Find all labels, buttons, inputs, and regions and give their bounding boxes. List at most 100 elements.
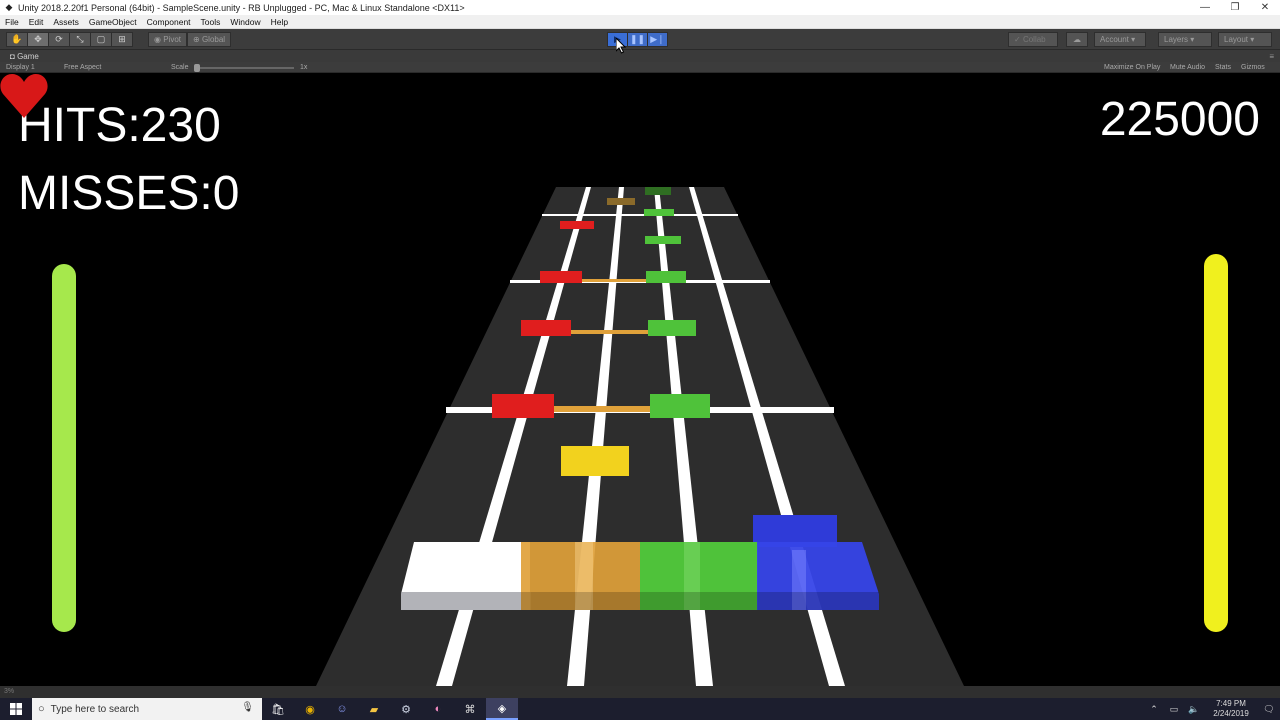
title-bar: ◆ Unity 2018.2.20f1 Personal (64bit) - S…	[0, 0, 1280, 15]
network-icon[interactable]: ▭	[1164, 704, 1184, 715]
transform-tools: ✋ ✥ ⟳ ⤡ ▢ ⊞	[6, 32, 133, 47]
menu-assets[interactable]: Assets	[48, 15, 84, 29]
pause-button[interactable]: ❚❚	[627, 32, 648, 47]
highway-surface	[316, 187, 964, 686]
unity-editor-window: ◆ Unity 2018.2.20f1 Personal (64bit) - S…	[0, 0, 1280, 720]
pivot-toggle[interactable]: ◉ Pivot	[148, 32, 187, 47]
account-label: Account	[1100, 35, 1129, 44]
scale-slider-thumb[interactable]	[194, 64, 200, 72]
note-red-1	[560, 221, 594, 229]
chevron-down-icon: ▾	[1190, 35, 1195, 44]
aspect-dropdown[interactable]: Free Aspect	[64, 63, 101, 72]
menu-help[interactable]: Help	[266, 15, 293, 29]
collab-button[interactable]: ✓ Collab	[1008, 32, 1058, 47]
chrome-icon[interactable]: ◉	[294, 698, 326, 720]
window-controls: — ❐ ✕	[1190, 0, 1280, 15]
chord-connector-2	[570, 330, 650, 334]
chevron-up-icon[interactable]: ⌃	[1144, 704, 1164, 715]
transform-tool-icon[interactable]: ⊞	[111, 32, 133, 47]
system-tray: ⌃ ▭ 🔈 7:49 PM 2/24/2019 🗨	[1144, 698, 1280, 720]
global-toggle[interactable]: ⊕ Global	[187, 32, 232, 47]
misses-counter: MISSES:0	[18, 170, 239, 218]
close-button[interactable]: ✕	[1250, 0, 1280, 15]
status-text: 3%	[4, 688, 15, 695]
search-placeholder: Type here to search	[50, 703, 140, 715]
store-icon[interactable]: 🛍	[262, 698, 294, 720]
pivot-toggles: ◉ Pivot ⊕ Global	[148, 32, 232, 47]
note-red-3	[521, 320, 571, 336]
layers-group: Layers ▾	[1158, 32, 1212, 47]
windows-icon	[10, 703, 22, 715]
menu-gameobject[interactable]: GameObject	[84, 15, 142, 29]
menu-edit[interactable]: Edit	[24, 15, 49, 29]
step-button[interactable]: ▶❘	[647, 32, 668, 47]
menu-file[interactable]: File	[0, 15, 24, 29]
gizmos-dropdown[interactable]: Gizmos	[1241, 63, 1265, 72]
layout-group: Layout ▾	[1218, 32, 1272, 47]
chord-connector-1	[580, 279, 648, 282]
layout-dropdown[interactable]: Layout ▾	[1218, 32, 1272, 47]
cloud-icon[interactable]: ☁	[1066, 32, 1088, 47]
mute-audio-toggle[interactable]: Mute Audio	[1170, 63, 1205, 72]
tab-menu-icon[interactable]: ≡	[1269, 52, 1274, 61]
note-green-3	[646, 271, 686, 283]
note-yellow-1	[561, 446, 629, 476]
maximize-button[interactable]: ❐	[1220, 0, 1250, 15]
start-button[interactable]	[0, 698, 32, 720]
discord-icon[interactable]: ☺	[326, 698, 358, 720]
note-green-4	[648, 320, 696, 336]
rotate-tool-icon[interactable]: ⟳	[48, 32, 70, 47]
chevron-down-icon: ▾	[1131, 35, 1136, 44]
note-green-5	[650, 394, 710, 418]
steam-icon[interactable]: ⚙	[390, 698, 422, 720]
note-green-far	[645, 187, 671, 195]
layers-label: Layers	[1164, 35, 1189, 44]
hits-counter: HITS:230	[18, 102, 221, 150]
scale-value: 1x	[300, 64, 308, 71]
scale-label: Scale	[171, 64, 189, 71]
account-dropdown[interactable]: Account ▾	[1094, 32, 1146, 47]
display-dropdown[interactable]: Display 1	[6, 63, 35, 72]
status-bar: 3%	[0, 686, 1280, 698]
window-title: Unity 2018.2.20f1 Personal (64bit) - Sam…	[18, 2, 465, 13]
misses-label: MISSES:	[18, 167, 213, 220]
layout-label: Layout	[1224, 35, 1249, 44]
menu-component[interactable]: Component	[142, 15, 196, 29]
hits-value: 230	[140, 99, 221, 152]
controller-icon[interactable]: ⌘	[454, 698, 486, 720]
unity-logo-icon: ◆	[5, 2, 13, 12]
hand-tool-icon[interactable]: ✋	[6, 32, 28, 47]
star-power-meter	[1204, 254, 1228, 632]
notification-icon[interactable]: 🗨	[1258, 704, 1280, 715]
game-icon[interactable]: ◐	[422, 698, 454, 720]
game-tab[interactable]: ◘ Game	[6, 51, 43, 61]
windows-taskbar: ○ Type here to search 🎙 🛍 ◉ ☺ ▰ ⚙ ◐ ⌘ ◈ …	[0, 698, 1280, 720]
unity-icon[interactable]: ◈	[486, 698, 518, 720]
clock-date: 2/24/2019	[1213, 709, 1249, 718]
note-red-4	[492, 394, 554, 418]
rect-tool-icon[interactable]: ▢	[90, 32, 112, 47]
minimize-button[interactable]: —	[1190, 0, 1220, 15]
score-display: 225000	[1099, 93, 1260, 146]
game-tab-label: Game	[17, 51, 39, 61]
chord-connector-3	[552, 406, 652, 412]
explorer-icon[interactable]: ▰	[358, 698, 390, 720]
volume-icon[interactable]: 🔈	[1184, 704, 1204, 715]
taskbar-search[interactable]: ○ Type here to search 🎙	[32, 698, 262, 720]
note-green-2	[645, 236, 681, 244]
fret-front-shade	[401, 592, 879, 610]
maximize-on-play-toggle[interactable]: Maximize On Play	[1104, 63, 1160, 72]
menu-window[interactable]: Window	[225, 15, 265, 29]
note-orange-far	[607, 198, 635, 205]
move-tool-icon[interactable]: ✥	[27, 32, 49, 47]
menu-tools[interactable]: Tools	[196, 15, 226, 29]
rhythm-highway	[316, 187, 964, 686]
scale-tool-icon[interactable]: ⤡	[69, 32, 91, 47]
health-meter	[52, 264, 76, 632]
scale-slider-track[interactable]	[196, 67, 294, 69]
layers-dropdown[interactable]: Layers ▾	[1158, 32, 1212, 47]
game-view[interactable]: HITS:230 MISSES:0 225000	[0, 74, 1280, 686]
microphone-icon[interactable]: 🎙	[241, 702, 254, 713]
clock[interactable]: 7:49 PM 2/24/2019	[1208, 699, 1254, 719]
stats-toggle[interactable]: Stats	[1215, 63, 1231, 72]
